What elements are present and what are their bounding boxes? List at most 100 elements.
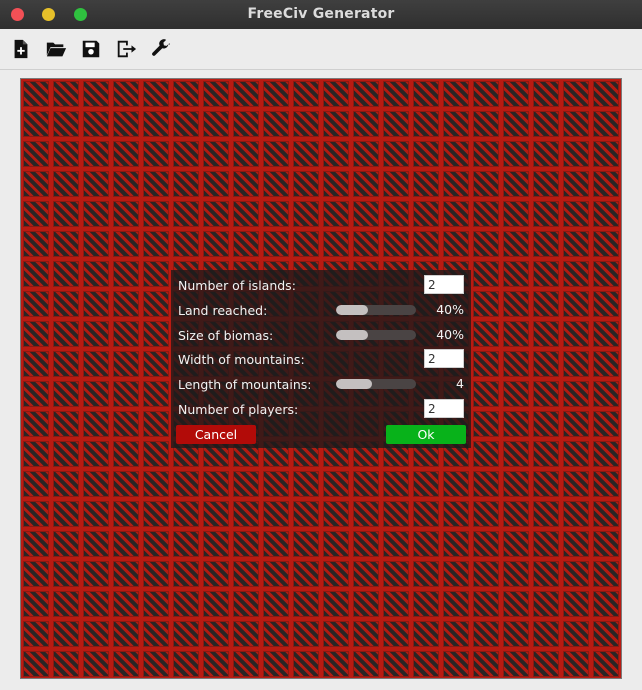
map-tile [203, 531, 229, 557]
map-tile [563, 531, 589, 557]
map-tile [383, 651, 409, 677]
new-file-icon [14, 39, 28, 59]
islands-row: Number of islands: [178, 275, 464, 295]
map-tile [593, 561, 619, 587]
map-tile [83, 471, 109, 497]
map-tile [83, 141, 109, 167]
map-tile [263, 81, 289, 107]
map-tile [143, 261, 169, 287]
map-tile [23, 651, 49, 677]
map-tile [53, 231, 79, 257]
map-tile [113, 621, 139, 647]
map-tile [293, 201, 319, 227]
map-tile [263, 141, 289, 167]
map-tile [503, 381, 529, 407]
map-tile [563, 591, 589, 617]
land-label: Land reached: [178, 302, 268, 318]
map-tile [533, 471, 559, 497]
map-tile [443, 111, 469, 137]
map-tile [53, 171, 79, 197]
map-tile [53, 411, 79, 437]
map-tile [353, 201, 379, 227]
map-tile [473, 591, 499, 617]
map-tile [143, 471, 169, 497]
map-tile [23, 621, 49, 647]
map-tile [593, 231, 619, 257]
map-tile [443, 171, 469, 197]
map-tile [503, 591, 529, 617]
new-file-button[interactable] [9, 37, 33, 61]
map-tile [53, 201, 79, 227]
map-tile [173, 651, 199, 677]
map-tile [113, 381, 139, 407]
map-tile [383, 561, 409, 587]
biomas-value: 40% [436, 327, 464, 342]
cancel-button[interactable]: Cancel [176, 425, 256, 444]
map-tile [53, 291, 79, 317]
export-button[interactable] [114, 37, 138, 61]
map-tile [533, 351, 559, 377]
map-tile [353, 171, 379, 197]
map-tile [413, 651, 439, 677]
map-tile [533, 651, 559, 677]
map-tile [173, 141, 199, 167]
map-tile [233, 531, 259, 557]
map-tile [293, 531, 319, 557]
map-tile [143, 381, 169, 407]
map-tile [323, 561, 349, 587]
map-tile [593, 171, 619, 197]
map-tile [53, 141, 79, 167]
map-tile [113, 411, 139, 437]
map-tile [173, 621, 199, 647]
mountain-width-input[interactable] [424, 349, 464, 368]
map-tile [323, 81, 349, 107]
map-tile [143, 231, 169, 257]
map-tile [503, 141, 529, 167]
map-tile [503, 261, 529, 287]
mountain-length-slider[interactable] [336, 379, 416, 389]
land-slider[interactable] [336, 305, 416, 315]
map-tile [173, 561, 199, 587]
map-tile [593, 141, 619, 167]
map-tile [353, 81, 379, 107]
mountain-length-row: Length of mountains: 4 [178, 374, 464, 394]
map-tile [593, 81, 619, 107]
map-tile [263, 621, 289, 647]
map-tile [293, 81, 319, 107]
map-tile [263, 651, 289, 677]
map-tile [23, 261, 49, 287]
map-tile [143, 351, 169, 377]
map-tile [383, 81, 409, 107]
settings-button[interactable] [149, 37, 173, 61]
map-tile [443, 141, 469, 167]
map-tile [563, 561, 589, 587]
map-tile [593, 111, 619, 137]
map-tile [323, 501, 349, 527]
map-tile [53, 471, 79, 497]
players-label: Number of players: [178, 401, 299, 417]
map-tile [113, 321, 139, 347]
map-tile [473, 231, 499, 257]
map-tile [53, 381, 79, 407]
map-tile [293, 591, 319, 617]
window-title: FreeCiv Generator [247, 6, 395, 22]
open-button[interactable] [44, 37, 68, 61]
players-input[interactable] [424, 399, 464, 418]
ok-button[interactable]: Ok [386, 425, 466, 444]
islands-input[interactable] [424, 275, 464, 294]
map-tile [353, 531, 379, 557]
save-button[interactable] [79, 37, 103, 61]
map-tile [293, 231, 319, 257]
land-slider-fill [336, 305, 368, 315]
map-tile [563, 141, 589, 167]
map-tile [83, 261, 109, 287]
map-tile [143, 591, 169, 617]
map-tile [563, 381, 589, 407]
biomas-slider[interactable] [336, 330, 416, 340]
map-tile [503, 171, 529, 197]
map-tile [23, 81, 49, 107]
map-tile [143, 81, 169, 107]
map-tile [593, 201, 619, 227]
map-tile [383, 171, 409, 197]
map-tile [503, 201, 529, 227]
